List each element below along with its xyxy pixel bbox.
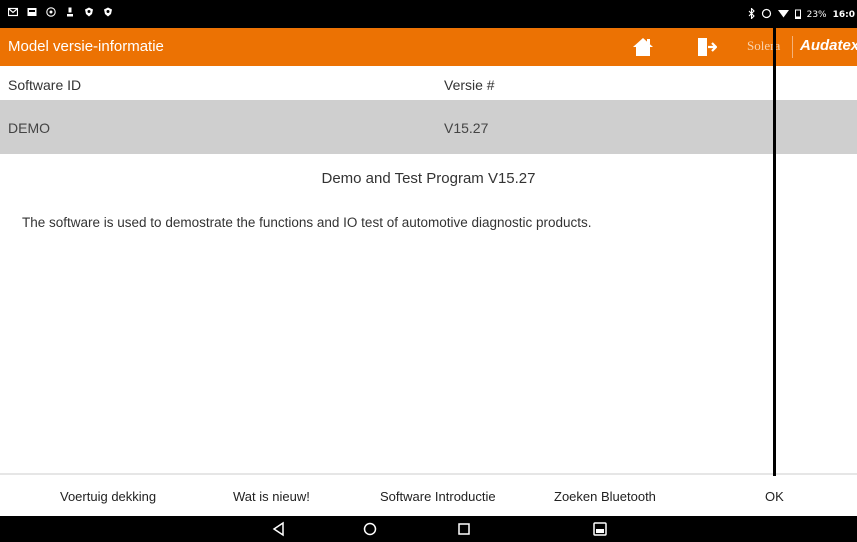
table-header: Software ID Versie # xyxy=(0,66,857,100)
bottom-action-bar: Voertuig dekking Wat is nieuw! Software … xyxy=(0,475,857,516)
status-bar-notifications xyxy=(7,7,113,17)
status-time: 16:0 xyxy=(832,10,855,20)
wifi-icon xyxy=(777,9,789,21)
page-title: Model versie-informatie xyxy=(8,38,164,55)
shield-icon xyxy=(84,7,94,17)
pointer-marker-line xyxy=(773,0,776,476)
audatex-logo: Audatex xyxy=(800,37,857,54)
status-bar: 23% 16:0 xyxy=(0,0,857,28)
search-bluetooth-button[interactable]: Zoeken Bluetooth xyxy=(554,489,656,504)
vehicle-coverage-button[interactable]: Voertuig dekking xyxy=(60,489,156,504)
battery-percent: 23% xyxy=(806,10,827,20)
download-icon xyxy=(65,7,75,17)
column-header-software-id: Software ID xyxy=(8,77,82,93)
ok-button[interactable]: OK xyxy=(765,489,784,504)
column-header-version: Versie # xyxy=(444,77,495,93)
bluetooth-icon xyxy=(748,7,755,22)
cell-software-id: DEMO xyxy=(8,120,50,136)
table-row[interactable]: DEMO V15.27 xyxy=(0,100,857,154)
back-icon[interactable] xyxy=(270,520,288,538)
system-navigation-bar xyxy=(0,516,857,542)
screenshot-icon[interactable] xyxy=(591,520,609,538)
mail-icon xyxy=(7,7,19,17)
logo-divider xyxy=(792,36,793,58)
app-bar: Model versie-informatie Solera Audatex xyxy=(0,28,857,66)
cell-version: V15.27 xyxy=(444,120,489,136)
shield-icon xyxy=(103,7,113,17)
home-icon[interactable] xyxy=(632,36,654,58)
program-description: The software is used to demostrate the f… xyxy=(22,215,592,230)
status-bar-system: 23% 16:0 xyxy=(748,7,855,22)
whats-new-button[interactable]: Wat is nieuw! xyxy=(233,489,310,504)
image-icon xyxy=(27,7,37,17)
recents-icon[interactable] xyxy=(455,520,473,538)
exit-icon[interactable] xyxy=(697,36,718,58)
battery-icon xyxy=(794,9,801,22)
software-introduction-button[interactable]: Software Introductie xyxy=(380,489,496,504)
usb-icon xyxy=(46,7,56,17)
program-title: Demo and Test Program V15.27 xyxy=(321,170,536,187)
home-circle-icon[interactable] xyxy=(361,520,379,538)
sync-icon xyxy=(761,8,772,22)
